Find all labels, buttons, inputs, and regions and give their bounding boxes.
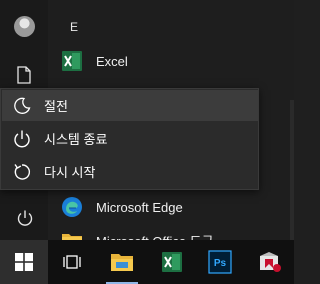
edge-icon [62,197,82,217]
app-item-excel[interactable]: Excel [60,47,290,75]
app-label-edge: Microsoft Edge [96,199,183,215]
taskbar-excel-button[interactable] [148,240,196,284]
task-view-button[interactable] [48,240,96,284]
power-restart[interactable]: 다시 시작 [2,156,258,187]
power-icon [14,130,30,147]
section-letter-e[interactable]: E [70,20,78,34]
windows-logo-icon [15,253,33,271]
taskbar-app-button[interactable] [246,240,294,284]
taskbar-photoshop-button[interactable]: Ps [196,240,244,284]
power-restart-label: 다시 시작 [44,165,96,180]
file-explorer-button[interactable] [98,240,146,284]
documents-icon[interactable] [16,66,32,84]
power-shutdown-label: 시스템 종료 [44,132,108,147]
power-icon[interactable] [16,209,34,227]
app-label-excel: Excel [96,53,128,69]
power-shutdown[interactable]: 시스템 종료 [2,123,258,154]
user-avatar[interactable] [14,16,35,37]
power-sleep-label: 절전 [44,99,68,114]
power-sleep[interactable]: 절전 [2,90,258,121]
app-icon [260,252,281,272]
taskbar: Ps [0,240,294,284]
start-button[interactable] [0,240,48,284]
task-view-icon [63,255,81,269]
excel-icon [162,252,182,272]
app-item-edge[interactable]: Microsoft Edge [60,193,290,221]
excel-icon [62,51,82,71]
photoshop-icon-text: Ps [214,258,227,269]
moon-icon [14,97,31,114]
file-explorer-icon [111,254,133,271]
power-menu: 절전 시스템 종료 다시 시작 [0,88,259,190]
restart-icon [14,163,31,180]
tile-area-edge [290,100,294,240]
photoshop-icon: Ps [208,250,232,274]
